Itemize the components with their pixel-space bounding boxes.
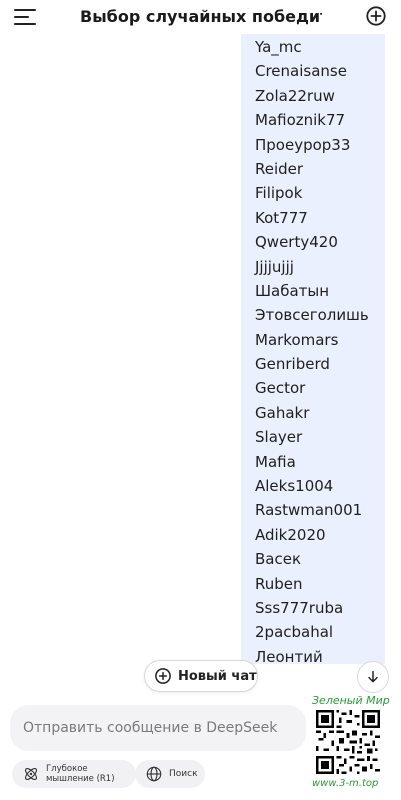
list-item: Qwerty420 (255, 233, 338, 252)
list-item: Crenaisanse (255, 62, 347, 81)
search-label: Поиск (169, 769, 198, 779)
list-item: Jjjjujjj (255, 257, 294, 276)
list-item: Mafia (255, 452, 296, 471)
watermark-url: www.3-m.top (312, 778, 379, 789)
deep-thinking-toggle[interactable]: Глубокое мышление (R1) (12, 760, 136, 788)
list-item: Kot777 (255, 208, 308, 227)
list-item: Шабатын (255, 281, 330, 300)
plus-circle-icon (155, 668, 171, 684)
list-item: 2pacbahal (255, 623, 334, 642)
app-header: Выбор случайных победит... (0, 0, 401, 34)
new-chat-icon[interactable] (365, 5, 387, 27)
deep-thinking-label: Глубокое мышление (R1) (46, 764, 115, 784)
list-item: Проеурор33 (255, 135, 351, 154)
user-message-bubble: Ya_mc Crenaisanse Zola22ruw Mafioznik77 … (241, 34, 385, 664)
chat-title[interactable]: Выбор случайных победит... (80, 7, 322, 26)
list-item: Zola22ruw (255, 86, 335, 105)
list-item: Леонтий (255, 647, 323, 664)
list-item: Reider (255, 159, 304, 178)
new-chat-label: Новый чат (178, 668, 257, 684)
globe-icon (146, 766, 162, 782)
names-list: Ya_mc Crenaisanse Zola22ruw Mafioznik77 … (241, 34, 385, 664)
new-chat-button[interactable]: Новый чат (144, 660, 258, 692)
list-item: Ya_mc (255, 38, 302, 56)
list-item: Markomars (255, 330, 339, 349)
list-item: Adik2020 (255, 525, 326, 544)
search-toggle[interactable]: Поиск (135, 760, 205, 788)
arrow-down-icon (368, 670, 378, 683)
list-item: Этовсеголишь (255, 306, 369, 325)
list-item: Aleks1004 (255, 477, 334, 496)
atom-icon (24, 767, 38, 781)
list-item: Rastwman001 (255, 501, 363, 520)
scroll-down-button[interactable] (357, 661, 389, 693)
list-item: Genriberd (255, 355, 330, 374)
list-item: Slayer (255, 428, 303, 447)
watermark-brand: Зеленый Мир (312, 694, 390, 707)
list-item: Васек (255, 550, 302, 569)
list-item: Gahakr (255, 403, 310, 422)
qr-code-image (316, 710, 380, 774)
list-item: Ruben (255, 574, 303, 593)
list-item: Filipok (255, 184, 303, 203)
message-input[interactable] (23, 720, 306, 736)
list-item: Gector (255, 379, 306, 398)
list-item: Mafioznik77 (255, 111, 346, 130)
list-item: Sss777ruba (255, 598, 344, 617)
message-composer (10, 705, 306, 751)
hamburger-menu-icon[interactable] (14, 8, 38, 26)
